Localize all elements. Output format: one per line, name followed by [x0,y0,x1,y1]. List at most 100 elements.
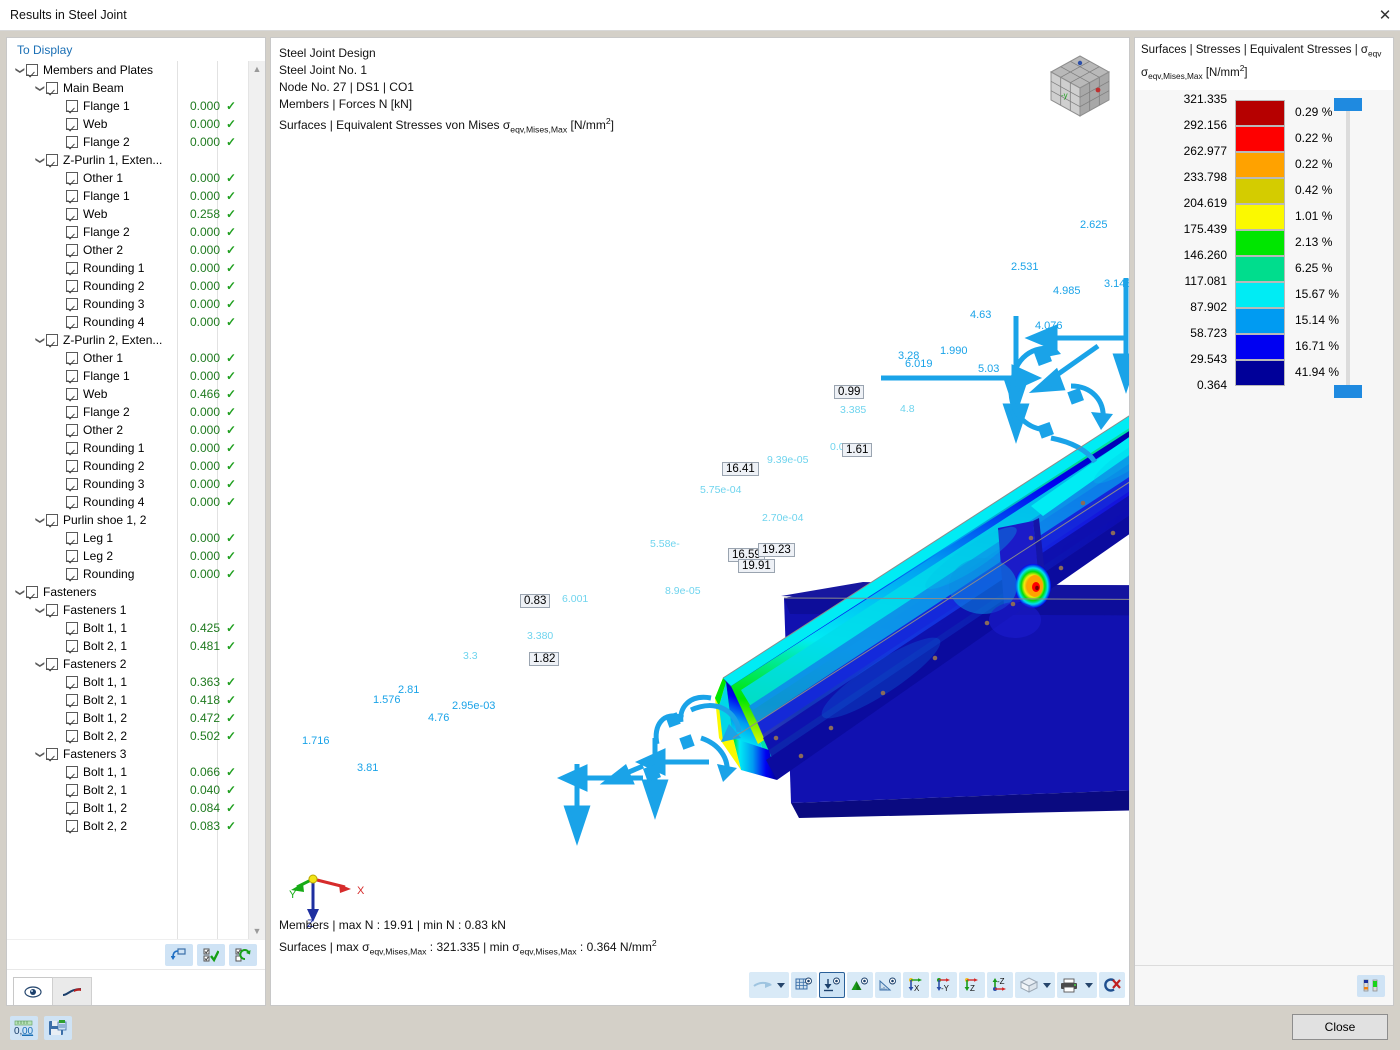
tree-checkbox[interactable] [66,352,78,364]
tree-row[interactable]: Bolt 1, 1 0.363 ✓ [7,673,248,691]
isometric-view-icon[interactable] [1015,972,1055,998]
tree-checkbox[interactable] [66,622,78,634]
navigation-cube[interactable]: -y [1041,46,1119,124]
tree-row[interactable]: ❯ Fasteners 3 [7,745,248,763]
tree-checkbox[interactable] [66,280,78,292]
tree-row[interactable]: Bolt 2, 2 0.083 ✓ [7,817,248,835]
tree-row[interactable]: Bolt 1, 2 0.084 ✓ [7,799,248,817]
tree-row[interactable]: Flange 2 0.000 ✓ [7,403,248,421]
tree-row[interactable]: Bolt 2, 1 0.481 ✓ [7,637,248,655]
tree-row[interactable]: ❯ Z-Purlin 1, Exten... [7,151,248,169]
chevron-down-icon[interactable]: ❯ [33,151,46,169]
tree-row[interactable]: Rounding 1 0.000 ✓ [7,259,248,277]
tree-row[interactable]: ❯ Fasteners 1 [7,601,248,619]
tree-row[interactable]: Rounding 2 0.000 ✓ [7,457,248,475]
chevron-down-icon[interactable]: ❯ [33,331,46,349]
tree-row[interactable]: Leg 1 0.000 ✓ [7,529,248,547]
tree-row[interactable]: Bolt 1, 2 0.472 ✓ [7,709,248,727]
tree-checkbox[interactable] [66,550,78,562]
chevron-up-icon[interactable]: ▲ [253,61,262,77]
tree-checkbox[interactable] [66,460,78,472]
tree-checkbox[interactable] [66,424,78,436]
rendering-mode-icon[interactable] [749,972,789,998]
tree-row[interactable]: ❯ Purlin shoe 1, 2 [7,511,248,529]
tree-row[interactable]: Flange 1 0.000 ✓ [7,367,248,385]
tree-row[interactable]: Rounding 4 0.000 ✓ [7,493,248,511]
tree-checkbox[interactable] [66,388,78,400]
tree-checkbox[interactable] [66,190,78,202]
tree-checkbox[interactable] [66,208,78,220]
tree-row[interactable]: Flange 2 0.000 ✓ [7,223,248,241]
tree-checkbox[interactable] [66,496,78,508]
tree-row[interactable]: Rounding 0.000 ✓ [7,565,248,583]
tree-checkbox[interactable] [66,370,78,382]
tree-checkbox[interactable] [66,442,78,454]
tree-row[interactable]: Web 0.000 ✓ [7,115,248,133]
tree-checkbox[interactable] [66,478,78,490]
tree-row[interactable]: Bolt 1, 1 0.066 ✓ [7,763,248,781]
tree-scrollbar[interactable]: ▲ ▼ [248,61,265,939]
tree-checkbox[interactable] [66,730,78,742]
tree-checkbox[interactable] [66,118,78,130]
close-button[interactable]: Close [1292,1014,1388,1040]
tree-row[interactable]: Leg 2 0.000 ✓ [7,547,248,565]
tree-checkbox[interactable] [46,334,58,346]
chevron-down-icon[interactable]: ❯ [33,79,46,97]
tree-row[interactable]: Rounding 2 0.000 ✓ [7,277,248,295]
tree-row[interactable]: ❯ Z-Purlin 2, Exten... [7,331,248,349]
tree-row[interactable]: ❯ Members and Plates [7,61,248,79]
display-tree[interactable]: ❯ Members and Plates ❯ Main Beam Flange 1 0.0… [7,61,248,939]
close-icon[interactable]: ✕ [1370,0,1400,30]
tree-row[interactable]: Web 0.258 ✓ [7,205,248,223]
tree-checkbox[interactable] [66,712,78,724]
grid-visibility-icon[interactable] [791,972,817,998]
tree-row[interactable]: Other 1 0.000 ✓ [7,349,248,367]
tree-row[interactable]: Bolt 1, 1 0.425 ✓ [7,619,248,637]
supports-visibility-icon[interactable] [819,972,845,998]
tree-checkbox[interactable] [66,802,78,814]
tree-row[interactable]: ❯ Fasteners [7,583,248,601]
tree-row[interactable]: Rounding 4 0.000 ✓ [7,313,248,331]
check-all-icon[interactable] [197,943,225,966]
print-icon[interactable] [1057,972,1097,998]
legend-slider-thumb-min[interactable] [1334,385,1362,399]
tree-checkbox[interactable] [66,784,78,796]
tree-row[interactable]: Bolt 2, 2 0.502 ✓ [7,727,248,745]
tree-row[interactable]: Bolt 2, 1 0.040 ✓ [7,781,248,799]
tree-checkbox[interactable] [66,532,78,544]
tree-row[interactable]: Rounding 1 0.000 ✓ [7,439,248,457]
reset-view-icon[interactable] [1099,972,1125,998]
tree-checkbox[interactable] [66,136,78,148]
tree-checkbox[interactable] [46,748,58,760]
tree-checkbox[interactable] [66,676,78,688]
tree-row[interactable]: Bolt 2, 1 0.418 ✓ [7,691,248,709]
tree-checkbox[interactable] [66,766,78,778]
tree-checkbox[interactable] [66,226,78,238]
tree-checkbox[interactable] [66,316,78,328]
view-in-x-icon[interactable]: X [903,972,929,998]
view-in-z-icon[interactable]: Z [959,972,985,998]
tree-checkbox[interactable] [66,820,78,832]
tree-checkbox[interactable] [66,244,78,256]
tree-row[interactable]: Rounding 3 0.000 ✓ [7,475,248,493]
tree-checkbox[interactable] [66,640,78,652]
3d-viewport[interactable]: Steel Joint Design Steel Joint No. 1 Nod… [270,37,1130,1006]
tree-row[interactable]: Flange 2 0.000 ✓ [7,133,248,151]
chevron-down-icon[interactable]: ❯ [13,61,26,79]
chevron-down-icon[interactable]: ❯ [33,511,46,529]
tab-results-diagram[interactable] [52,977,92,1005]
legend-settings-icon[interactable] [1357,974,1385,997]
legend-slider-thumb-max[interactable] [1334,98,1362,112]
tree-checkbox[interactable] [66,694,78,706]
tree-checkbox[interactable] [66,298,78,310]
chevron-down-icon[interactable]: ❯ [33,601,46,619]
dimensions-visibility-icon[interactable] [875,972,901,998]
tree-checkbox[interactable] [26,64,38,76]
tree-checkbox[interactable] [46,154,58,166]
tree-checkbox[interactable] [46,604,58,616]
chevron-down-icon[interactable]: ❯ [33,745,46,763]
tree-row[interactable]: Web 0.466 ✓ [7,385,248,403]
save-configuration-icon[interactable] [44,1016,72,1040]
tab-visibility[interactable] [13,977,53,1005]
tree-row[interactable]: Other 2 0.000 ✓ [7,421,248,439]
